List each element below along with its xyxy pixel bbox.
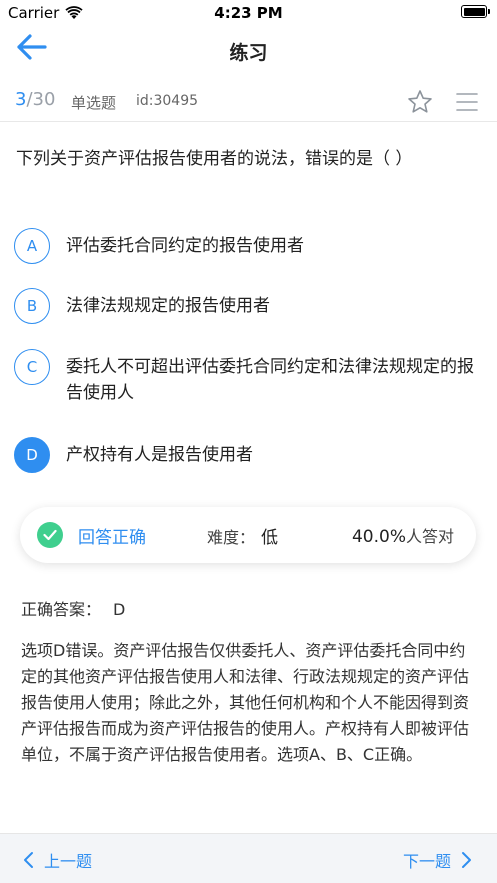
option-a-text: 评估委托合同约定的报告使用者 (66, 236, 304, 256)
correct-answer-value: D (113, 600, 126, 619)
option-c-text: 委托人不可超出评估委托合同约定和法律法规规定的报告使用人 (66, 357, 474, 403)
chevron-left-icon (24, 852, 33, 868)
option-d-text: 产权持有人是报告使用者 (66, 445, 253, 465)
question-text: 下列关于资产评估报告使用者的说法，错误的是（ ） (16, 149, 413, 169)
menu-list-icon[interactable] (455, 91, 479, 113)
next-question-label: 下一题 (402, 852, 451, 871)
option-b[interactable]: B 法律法规规定的报告使用者 (14, 288, 484, 324)
option-c-letter: C (14, 349, 50, 385)
result-card: 回答正确 难度： 低 40.0%人答对 (20, 507, 476, 563)
option-d-letter: D (14, 437, 50, 473)
correct-answer: 正确答案： D (21, 596, 125, 620)
question-counter: 3/30 (15, 89, 55, 110)
battery-icon (461, 5, 490, 18)
option-d[interactable]: D 产权持有人是报告使用者 (14, 437, 484, 473)
difficulty-label: 难度： (207, 528, 256, 547)
option-c[interactable]: C 委托人不可超出评估委托合同约定和法律法规规定的报告使用人 (14, 349, 484, 406)
nav-bar: 练习 (0, 26, 497, 74)
difficulty-value: 低 (261, 528, 279, 548)
correct-rate-value: 40.0% (351, 527, 406, 547)
previous-question-label: 上一题 (44, 852, 93, 871)
correct-rate-suffix: 人答对 (405, 527, 454, 546)
question-type: 单选题 (71, 94, 117, 112)
next-question-button[interactable]: 下一题 (403, 848, 473, 872)
correct-answer-label: 正确答案： (21, 600, 102, 619)
previous-question-button[interactable]: 上一题 (22, 848, 92, 872)
status-time: 4:23 PM (214, 4, 283, 22)
analysis-text: 选项D错误。资产评估报告仅供委托人、资产评估委托合同中约定的其他资产评估报告使用… (21, 641, 470, 764)
bottom-nav-bar: 上一题 下一题 (0, 833, 497, 883)
difficulty: 难度： 低 (207, 523, 278, 548)
question-id: id:30495 (136, 93, 199, 109)
correct-rate: 40.0%人答对 (352, 523, 454, 547)
check-circle-icon (37, 522, 63, 548)
page-title: 练习 (229, 42, 268, 64)
option-a-letter: A (14, 228, 50, 264)
option-a[interactable]: A 评估委托合同约定的报告使用者 (14, 228, 484, 264)
chevron-right-icon (462, 852, 471, 868)
current-question-number: 3 (15, 89, 27, 110)
star-icon[interactable] (407, 89, 433, 115)
result-status: 回答正确 (78, 528, 146, 548)
option-b-text: 法律法规规定的报告使用者 (66, 296, 270, 316)
question-info-bar: 3/30 单选题 id:30495 (0, 80, 497, 122)
option-b-letter: B (14, 288, 50, 324)
status-bar: Carrier 4:23 PM (0, 0, 497, 26)
total-questions: /30 (26, 89, 56, 110)
